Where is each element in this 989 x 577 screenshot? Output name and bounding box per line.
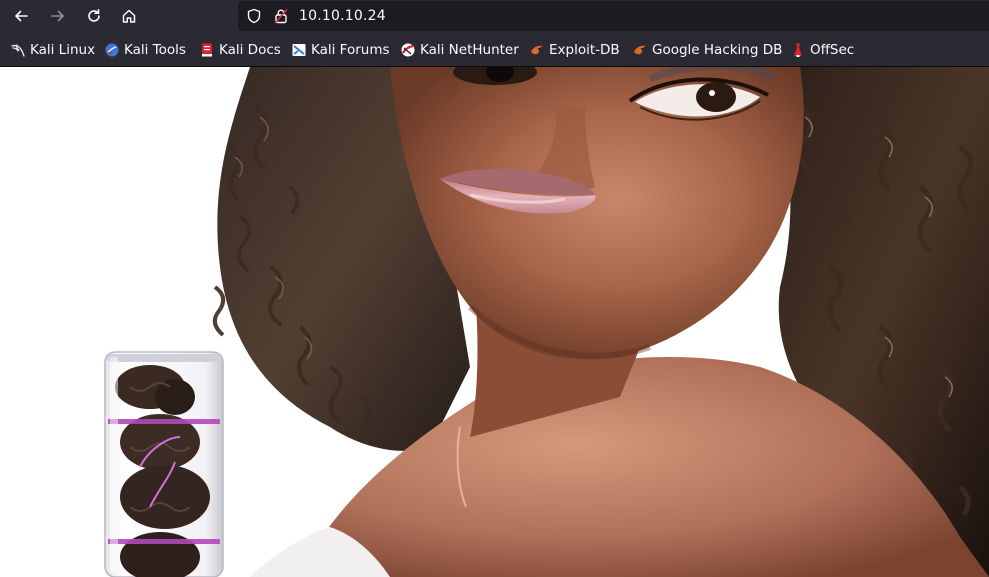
- home-button[interactable]: [116, 3, 142, 29]
- offsec-icon: [794, 43, 802, 57]
- address-bar[interactable]: 10.10.10.24: [238, 1, 989, 31]
- bookmark-kali-docs[interactable]: Kali Docs: [199, 41, 281, 59]
- kali-forums-icon: [292, 44, 306, 56]
- reload-icon: [88, 9, 100, 22]
- kali-nethunter-icon: [401, 43, 415, 57]
- bookmark-label: Kali Linux: [30, 42, 96, 58]
- bookmark-exploit-db[interactable]: Exploit-DB: [529, 41, 620, 59]
- tracking-protection-shield-icon[interactable]: [246, 8, 262, 24]
- bookmarks-toolbar: Kali Linux Kali Tools Kali Docs Kali For…: [0, 33, 989, 67]
- bookmark-google-hacking-db[interactable]: Google Hacking DB: [632, 41, 782, 59]
- ghdb-icon: [634, 45, 646, 55]
- bookmark-label: Google Hacking DB: [652, 42, 783, 58]
- bookmark-kali-tools[interactable]: Kali Tools: [104, 41, 186, 59]
- product-tube: [104, 351, 224, 577]
- browser-chrome: 10.10.10.24 Kali Linux Kali Tools Kali D…: [0, 0, 989, 67]
- hero-photo: [0, 67, 989, 577]
- url-text[interactable]: 10.10.10.24: [299, 7, 386, 25]
- kali-tools-icon: [105, 43, 119, 57]
- home-icon: [122, 9, 136, 23]
- exploit-db-icon: [531, 45, 543, 55]
- page-viewport: [0, 67, 989, 577]
- arrow-right-icon: [51, 10, 64, 22]
- bookmark-kali-linux[interactable]: Kali Linux: [10, 41, 95, 59]
- bookmark-label: Kali NetHunter: [420, 42, 519, 58]
- bookmark-label: Kali Tools: [124, 42, 186, 58]
- insecure-lock-icon[interactable]: [273, 8, 289, 24]
- navigation-toolbar: 10.10.10.24: [0, 0, 989, 33]
- kali-dragon-icon: [11, 44, 25, 57]
- bookmark-label: Kali Docs: [219, 42, 281, 58]
- bookmark-label: Kali Forums: [311, 42, 390, 58]
- bookmark-kali-forums[interactable]: Kali Forums: [291, 41, 390, 59]
- arrow-left-icon: [15, 10, 28, 22]
- reload-button[interactable]: [81, 3, 107, 29]
- bookmark-kali-nethunter[interactable]: Kali NetHunter: [400, 41, 519, 59]
- bookmark-label: Exploit-DB: [549, 42, 620, 58]
- bookmark-offsec[interactable]: OffSec: [790, 41, 854, 59]
- bookmark-label: OffSec: [810, 42, 855, 58]
- kali-docs-icon: [202, 43, 212, 57]
- forward-button[interactable]: [45, 3, 71, 29]
- back-button[interactable]: [8, 3, 34, 29]
